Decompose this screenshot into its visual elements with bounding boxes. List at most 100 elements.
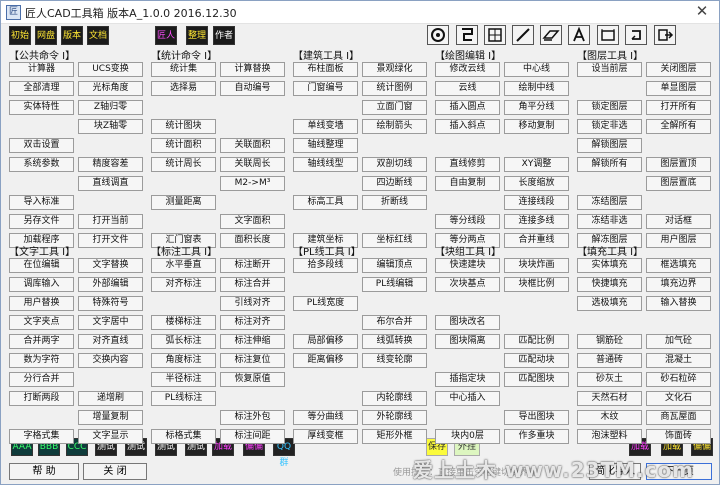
command-button[interactable]: 递增刷 <box>78 391 143 406</box>
command-button[interactable]: 文字面积 <box>220 214 285 229</box>
command-button[interactable]: 角度标注 <box>151 353 216 368</box>
command-button[interactable]: 用户替换 <box>9 296 74 311</box>
command-button[interactable]: 分行合并 <box>9 372 74 387</box>
command-button[interactable]: 统计周长 <box>151 157 216 172</box>
command-button[interactable]: 局部偏移 <box>293 334 358 349</box>
command-button[interactable]: 钢筋砼 <box>577 334 642 349</box>
command-button[interactable]: 距离偏移 <box>293 353 358 368</box>
command-button[interactable]: 布柱面板 <box>293 62 358 77</box>
command-button[interactable]: 外轮廓线 <box>362 410 427 425</box>
command-button[interactable]: 线变轮廓 <box>362 353 427 368</box>
gear-icon[interactable] <box>427 25 449 45</box>
command-button[interactable]: 外部编辑 <box>78 277 143 292</box>
command-button[interactable]: 轴线整理 <box>293 138 358 153</box>
command-button[interactable]: 图块隔离 <box>435 334 500 349</box>
command-button[interactable]: PL线宽度 <box>293 296 358 311</box>
command-button[interactable]: 匹配动块 <box>504 353 569 368</box>
command-button[interactable]: 打开文件 <box>78 233 143 248</box>
command-button[interactable]: 轴线线型 <box>293 157 358 172</box>
command-button[interactable]: 等分曲线 <box>293 410 358 425</box>
rotate-icon[interactable] <box>625 25 647 45</box>
command-button[interactable]: 测量距离 <box>151 195 216 210</box>
command-button[interactable]: 统计面积 <box>151 138 216 153</box>
command-button[interactable]: 实体特性 <box>9 100 74 115</box>
command-button[interactable]: 绘制箭头 <box>362 119 427 134</box>
command-button[interactable]: 合并重线 <box>504 233 569 248</box>
command-button[interactable]: 砂灰土 <box>577 372 642 387</box>
command-button[interactable]: 双剖切线 <box>362 157 427 172</box>
command-button[interactable]: 对话框 <box>646 214 711 229</box>
command-button[interactable]: 直线修剪 <box>435 157 500 172</box>
command-button[interactable]: 饰面砖 <box>646 429 711 444</box>
command-button[interactable]: 对齐直线 <box>78 334 143 349</box>
command-button[interactable]: 全解所有 <box>646 119 711 134</box>
command-button[interactable]: 导出图块 <box>504 410 569 425</box>
grid-icon[interactable] <box>484 25 506 45</box>
command-button[interactable]: 关闭图层 <box>646 62 711 77</box>
diagonal-line-icon[interactable] <box>512 25 534 45</box>
command-button[interactable]: 对齐标注 <box>151 277 216 292</box>
export-icon[interactable] <box>654 25 676 45</box>
command-button[interactable]: 增量复制 <box>78 410 143 425</box>
command-button[interactable]: 矩形外框 <box>362 429 427 444</box>
command-button[interactable]: 云线 <box>435 81 500 96</box>
tag-init-button[interactable]: 初始 <box>9 26 31 45</box>
command-button[interactable]: 调库输入 <box>9 277 74 292</box>
command-button[interactable]: 文字居中 <box>78 315 143 330</box>
command-button[interactable]: 坐标红线 <box>362 233 427 248</box>
command-button[interactable]: M2->M³ <box>220 176 285 191</box>
command-button[interactable]: 修改云线 <box>435 62 500 77</box>
command-button[interactable]: UCS变换 <box>78 62 143 77</box>
close-button[interactable]: 关 闭 <box>83 463 147 480</box>
command-button[interactable]: 交换内容 <box>78 353 143 368</box>
command-button[interactable]: 统计集 <box>151 62 216 77</box>
command-button[interactable]: 立面门窗 <box>362 100 427 115</box>
command-button[interactable]: 泡沫塑料 <box>577 429 642 444</box>
tag-version-button[interactable]: 版本 <box>61 26 83 45</box>
command-button[interactable]: 打开所有 <box>646 100 711 115</box>
command-button[interactable]: 移动复制 <box>504 119 569 134</box>
command-button[interactable]: 文字显示 <box>78 429 143 444</box>
command-button[interactable]: 折断线 <box>362 195 427 210</box>
command-button[interactable]: PL线标注 <box>151 391 216 406</box>
command-button[interactable]: 混凝土 <box>646 353 711 368</box>
command-button[interactable]: 特殊符号 <box>78 296 143 311</box>
command-button[interactable]: 四边断线 <box>362 176 427 191</box>
spiral-icon[interactable] <box>456 25 478 45</box>
command-button[interactable]: 数为字符 <box>9 353 74 368</box>
command-button[interactable]: 在位编辑 <box>9 258 74 273</box>
command-button[interactable]: 文字替换 <box>78 258 143 273</box>
command-button[interactable]: 精度容差 <box>78 157 143 172</box>
command-button[interactable]: Z轴归零 <box>78 100 143 115</box>
command-button[interactable]: 打开当前 <box>78 214 143 229</box>
command-button[interactable]: 匹配比例 <box>504 334 569 349</box>
command-button[interactable]: 砂石粒碎 <box>646 372 711 387</box>
command-button[interactable]: 等分线段 <box>435 214 500 229</box>
command-button[interactable]: 中心插入 <box>435 391 500 406</box>
command-button[interactable]: 导入标准 <box>9 195 74 210</box>
command-button[interactable]: 实体填充 <box>577 258 642 273</box>
layers-icon[interactable] <box>540 25 562 45</box>
command-button[interactable]: 文字夹点 <box>9 315 74 330</box>
command-button[interactable]: 框选填充 <box>646 258 711 273</box>
command-button[interactable]: 块Z轴零 <box>78 119 143 134</box>
command-button[interactable]: 拾多段线 <box>293 258 358 273</box>
command-button[interactable]: 光标角度 <box>78 81 143 96</box>
command-button[interactable]: 门窗编号 <box>293 81 358 96</box>
command-button[interactable]: 内轮廓线 <box>362 391 427 406</box>
command-button[interactable]: 选极填充 <box>577 296 642 311</box>
command-button[interactable]: 双击设置 <box>9 138 74 153</box>
command-button[interactable]: 线弧转换 <box>362 334 427 349</box>
command-button[interactable]: 标注伸缩 <box>220 334 285 349</box>
command-button[interactable]: 系统参数 <box>9 157 74 172</box>
command-button[interactable]: 标注复位 <box>220 353 285 368</box>
command-button[interactable]: 文化石 <box>646 391 711 406</box>
tag-author-button[interactable]: 作者 <box>213 26 235 45</box>
command-button[interactable]: 计算替换 <box>220 62 285 77</box>
command-button[interactable]: 中心线 <box>504 62 569 77</box>
help-button[interactable]: 帮 助 <box>9 463 79 480</box>
command-button[interactable]: 景观绿化 <box>362 62 427 77</box>
command-button[interactable]: 绘制中线 <box>504 81 569 96</box>
command-button[interactable]: 标注外包 <box>220 410 285 425</box>
command-button[interactable]: 水平垂直 <box>151 258 216 273</box>
